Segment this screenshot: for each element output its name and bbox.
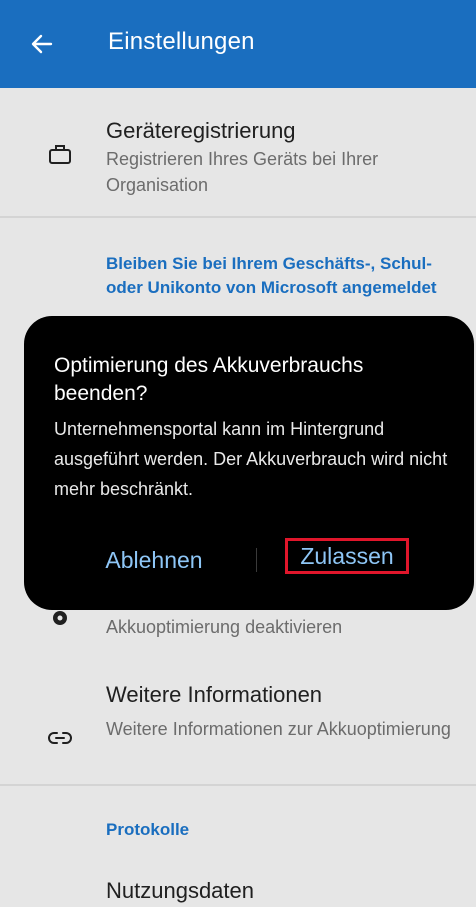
- arrow-left-icon: [31, 34, 53, 54]
- device-registration-title: Geräteregistrierung: [106, 118, 296, 143]
- allow-button[interactable]: Zulassen: [285, 538, 409, 574]
- more-info-title: Weitere Informationen: [106, 682, 323, 707]
- briefcase-icon: [44, 138, 76, 170]
- button-separator: [256, 548, 257, 572]
- page-title: Einstellungen: [108, 28, 255, 55]
- deny-button[interactable]: Ablehnen: [94, 540, 214, 580]
- more-info-subtitle: Weitere Informationen zur Akkuoptimierun…: [106, 719, 451, 739]
- dialog-title: Optimierung des Akkuverbrauchs beenden?: [54, 354, 364, 405]
- battery-optimization-dialog: Optimierung des Akkuverbrauchs beenden? …: [24, 316, 474, 610]
- device-registration-subtitle: Registrieren Ihres Geräts bei Ihrer Orga…: [106, 149, 379, 195]
- battery-optimization-subtitle: Akkuoptimierung deaktivieren: [106, 617, 343, 637]
- back-button[interactable]: [22, 24, 62, 64]
- divider: [0, 784, 476, 786]
- stay-signed-in-header: Bleiben Sie bei Ihrem Geschäfts-, Schul-…: [106, 254, 437, 297]
- app-bar: Einstellungen: [0, 0, 476, 88]
- device-registration-item[interactable]: Geräteregistrierung Registrieren Ihres G…: [0, 88, 476, 216]
- settings-screen: Einstellungen Geräteregistrierung Regist…: [0, 0, 476, 907]
- divider: [0, 216, 476, 218]
- usage-data-item[interactable]: Nutzungsdaten: [106, 878, 254, 904]
- more-info-item[interactable]: Weitere Informationen Weitere Informatio…: [0, 660, 476, 784]
- logs-header: Protokolle: [106, 820, 190, 839]
- link-icon: [44, 722, 76, 754]
- dialog-message: Unternehmensportal kann im Hintergrund a…: [54, 419, 448, 499]
